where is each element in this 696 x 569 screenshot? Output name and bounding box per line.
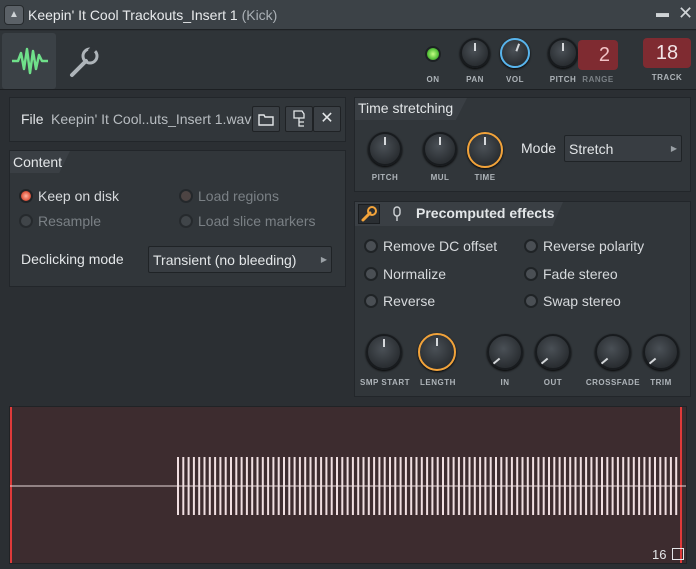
window-title: Keepin' It Cool Trackouts_Insert 1 (Kick… <box>28 7 277 23</box>
file-name: Keepin' It Cool..uts_Insert 1.wav <box>51 111 252 127</box>
declicking-mode-value: Transient (no bleeding) <box>153 252 297 268</box>
remove-dc-label: Remove DC offset <box>383 238 498 254</box>
knob-indicator <box>562 43 564 51</box>
tab-sample[interactable] <box>2 33 56 89</box>
knob-indicator <box>436 338 438 346</box>
wrench-icon <box>361 206 377 222</box>
reverse-polarity-label: Reverse polarity <box>543 238 645 254</box>
out-label: OUT <box>543 378 563 387</box>
normalize-checkbox[interactable] <box>364 267 378 281</box>
keep-on-disk-label: Keep on disk <box>38 188 119 204</box>
fade-stereo-label: Fade stereo <box>543 266 618 282</box>
open-file-button[interactable] <box>252 106 280 132</box>
waveform-graphic <box>10 407 686 563</box>
menu-icon[interactable]: ▬ <box>656 5 669 20</box>
ts-mul-knob[interactable] <box>423 132 457 166</box>
file-label: File <box>21 111 44 127</box>
time-stretching-header: Time stretching <box>358 100 454 116</box>
pan-knob[interactable] <box>460 38 490 68</box>
declicking-mode-dropdown[interactable]: Transient (no bleeding) ▶ <box>148 246 332 273</box>
zoom-counter: 16 <box>652 547 667 562</box>
track-label: TRACK <box>651 73 683 82</box>
load-regions-checkbox[interactable] <box>179 189 193 203</box>
swap-stereo-label: Swap stereo <box>543 293 621 309</box>
swap-stereo-checkbox[interactable] <box>524 294 538 308</box>
zoom-fit-icon[interactable] <box>672 548 684 560</box>
knob-indicator <box>540 357 549 365</box>
trim-knob[interactable] <box>643 334 679 370</box>
knob-indicator <box>600 357 609 365</box>
crossfade-label: CROSSFADE <box>585 378 641 387</box>
window-title-suffix: (Kick) <box>241 7 278 23</box>
waveform-view[interactable] <box>9 406 687 564</box>
chevron-right-icon: ▶ <box>320 255 327 264</box>
chevron-right-icon: ▶ <box>670 144 677 153</box>
x-icon: ✕ <box>320 110 334 127</box>
sample-start-label: SMP START <box>360 378 410 387</box>
resample-label: Resample <box>38 213 102 229</box>
trim-label: TRIM <box>650 378 672 387</box>
resample-radio[interactable] <box>19 214 33 228</box>
precomputed-header: Precomputed effects <box>416 205 555 221</box>
remove-dc-checkbox[interactable] <box>364 239 378 253</box>
knob-indicator <box>648 357 657 365</box>
waveform-icon <box>12 47 48 75</box>
volume-knob[interactable] <box>500 38 530 68</box>
sample-start-knob[interactable] <box>366 334 402 370</box>
ts-mul-label: MUL <box>430 173 450 182</box>
clear-file-button[interactable]: ✕ <box>313 106 341 132</box>
knob-indicator <box>384 137 386 145</box>
close-icon[interactable]: ✕ <box>678 3 693 24</box>
pitch-knob[interactable] <box>548 38 578 68</box>
vol-label: VOL <box>506 75 524 84</box>
fade-out-knob[interactable] <box>535 334 571 370</box>
locate-file-button[interactable] <box>285 106 313 132</box>
tab-properties[interactable] <box>58 33 108 89</box>
reverse-checkbox[interactable] <box>364 294 378 308</box>
range-label: RANGE <box>582 75 614 84</box>
knob-indicator <box>484 137 486 145</box>
reverse-polarity-checkbox[interactable] <box>524 239 538 253</box>
knob-indicator <box>492 357 501 365</box>
load-regions-label: Load regions <box>198 188 279 204</box>
knob-indicator <box>439 137 441 145</box>
microphone-icon[interactable] <box>390 204 404 224</box>
system-menu-button[interactable]: ▲ <box>4 5 24 25</box>
knob-indicator <box>383 339 385 347</box>
mode-label: Mode <box>521 140 557 156</box>
ts-time-label: TIME <box>474 173 496 182</box>
knob-indicator <box>474 43 476 51</box>
length-label: LENGTH <box>420 378 456 387</box>
keep-on-disk-radio[interactable] <box>19 189 33 203</box>
crossfade-knob[interactable] <box>595 334 631 370</box>
on-label: ON <box>426 75 440 84</box>
ts-pitch-knob[interactable] <box>368 132 402 166</box>
on-led-toggle[interactable] <box>425 46 441 62</box>
content-header: Content <box>13 154 63 170</box>
ts-pitch-label: PITCH <box>371 173 399 182</box>
effects-wrench-button[interactable] <box>358 204 380 224</box>
stretch-mode-dropdown[interactable]: Stretch ▶ <box>564 135 682 162</box>
wrench-icon <box>70 45 99 77</box>
fade-in-knob[interactable] <box>487 334 523 370</box>
knob-indicator <box>515 43 521 52</box>
reverse-label: Reverse <box>383 293 436 309</box>
folder-icon <box>258 114 274 126</box>
in-label: IN <box>500 378 510 387</box>
pan-label: PAN <box>466 75 484 84</box>
ts-time-knob[interactable] <box>467 132 503 168</box>
pitch-range-display[interactable]: 2 <box>578 40 618 70</box>
load-slice-markers-checkbox[interactable] <box>179 214 193 228</box>
file-tree-icon <box>293 110 305 127</box>
normalize-label: Normalize <box>383 266 447 282</box>
triangle-up-icon: ▲ <box>9 9 19 20</box>
track-display[interactable]: 18 <box>643 38 691 68</box>
pitch-label: PITCH <box>549 75 577 84</box>
declicking-label: Declicking mode <box>21 251 124 267</box>
length-knob[interactable] <box>418 333 456 371</box>
fade-stereo-checkbox[interactable] <box>524 267 538 281</box>
load-slice-markers-label: Load slice markers <box>198 213 316 229</box>
stretch-mode-value: Stretch <box>569 141 614 157</box>
window-title-text: Keepin' It Cool Trackouts_Insert 1 <box>28 7 238 23</box>
